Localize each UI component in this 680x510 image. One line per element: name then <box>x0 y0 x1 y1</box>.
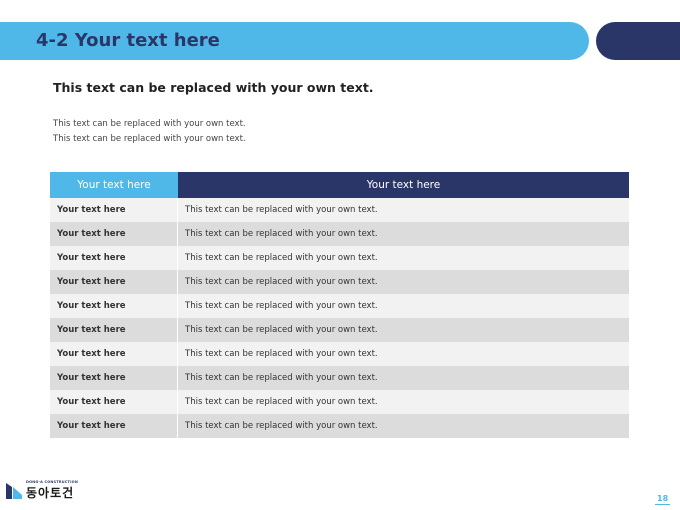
table-cell-text: This text can be replaced with your own … <box>185 421 378 431</box>
table-cell-label: Your text here <box>50 294 178 318</box>
table-cell-text: This text can be replaced with your own … <box>185 349 378 359</box>
table-row: Your text here This text can be replaced… <box>50 318 629 342</box>
table-cell-text: This text can be replaced with your own … <box>185 325 378 335</box>
table-cell-label: Your text here <box>50 342 178 366</box>
table-header-cell: Your text here <box>50 172 178 198</box>
table-cell-label: Your text here <box>50 198 178 222</box>
table-row: Your text here This text can be replaced… <box>50 342 629 366</box>
table-cell-label: Your text here <box>50 318 178 342</box>
table-cell-text: This text can be replaced with your own … <box>185 229 378 239</box>
table-row: Your text here This text can be replaced… <box>50 414 629 438</box>
logo-wordmark: 동아토건 <box>26 486 75 500</box>
table-cell-text: This text can be replaced with your own … <box>185 253 378 263</box>
table-row: Your text here This text can be replaced… <box>50 198 629 222</box>
table-row: Your text here This text can be replaced… <box>50 246 629 270</box>
table-header-row: Your text here Your text here <box>50 172 629 198</box>
section-subtitle: This text can be replaced with your own … <box>53 80 374 95</box>
table-row: Your text here This text can be replaced… <box>50 366 629 390</box>
table-cell-label: Your text here <box>50 390 178 414</box>
table-cell-text: This text can be replaced with your own … <box>185 277 378 287</box>
table-row: Your text here This text can be replaced… <box>50 222 629 246</box>
page-title: 4-2 Your text here <box>36 30 220 51</box>
table-cell-label: Your text here <box>50 222 178 246</box>
content-table: Your text here Your text here Your text … <box>50 172 629 438</box>
table-cell-text: This text can be replaced with your own … <box>185 205 378 215</box>
table-cell-text: This text can be replaced with your own … <box>185 373 378 383</box>
table-cell-text: This text can be replaced with your own … <box>185 301 378 311</box>
table-header-cell: Your text here <box>178 172 629 198</box>
table-row: Your text here This text can be replaced… <box>50 270 629 294</box>
body-text-line: This text can be replaced with your own … <box>53 134 246 144</box>
page-number: 18 <box>655 494 671 505</box>
company-logo-icon <box>6 483 22 499</box>
table-cell-label: Your text here <box>50 246 178 270</box>
slide: 4-2 Your text here This text can be repl… <box>0 0 680 510</box>
table-cell-text: This text can be replaced with your own … <box>185 397 378 407</box>
table-row: Your text here This text can be replaced… <box>50 390 629 414</box>
title-accent-shape <box>596 22 680 60</box>
table-cell-label: Your text here <box>50 366 178 390</box>
table-row: Your text here This text can be replaced… <box>50 294 629 318</box>
body-text-line: This text can be replaced with your own … <box>53 119 246 129</box>
table-cell-label: Your text here <box>50 414 178 438</box>
title-bar: 4-2 Your text here <box>0 22 589 60</box>
company-logo: DONG-A CONSTRUCTION 동아토건 <box>6 478 86 502</box>
table-cell-label: Your text here <box>50 270 178 294</box>
